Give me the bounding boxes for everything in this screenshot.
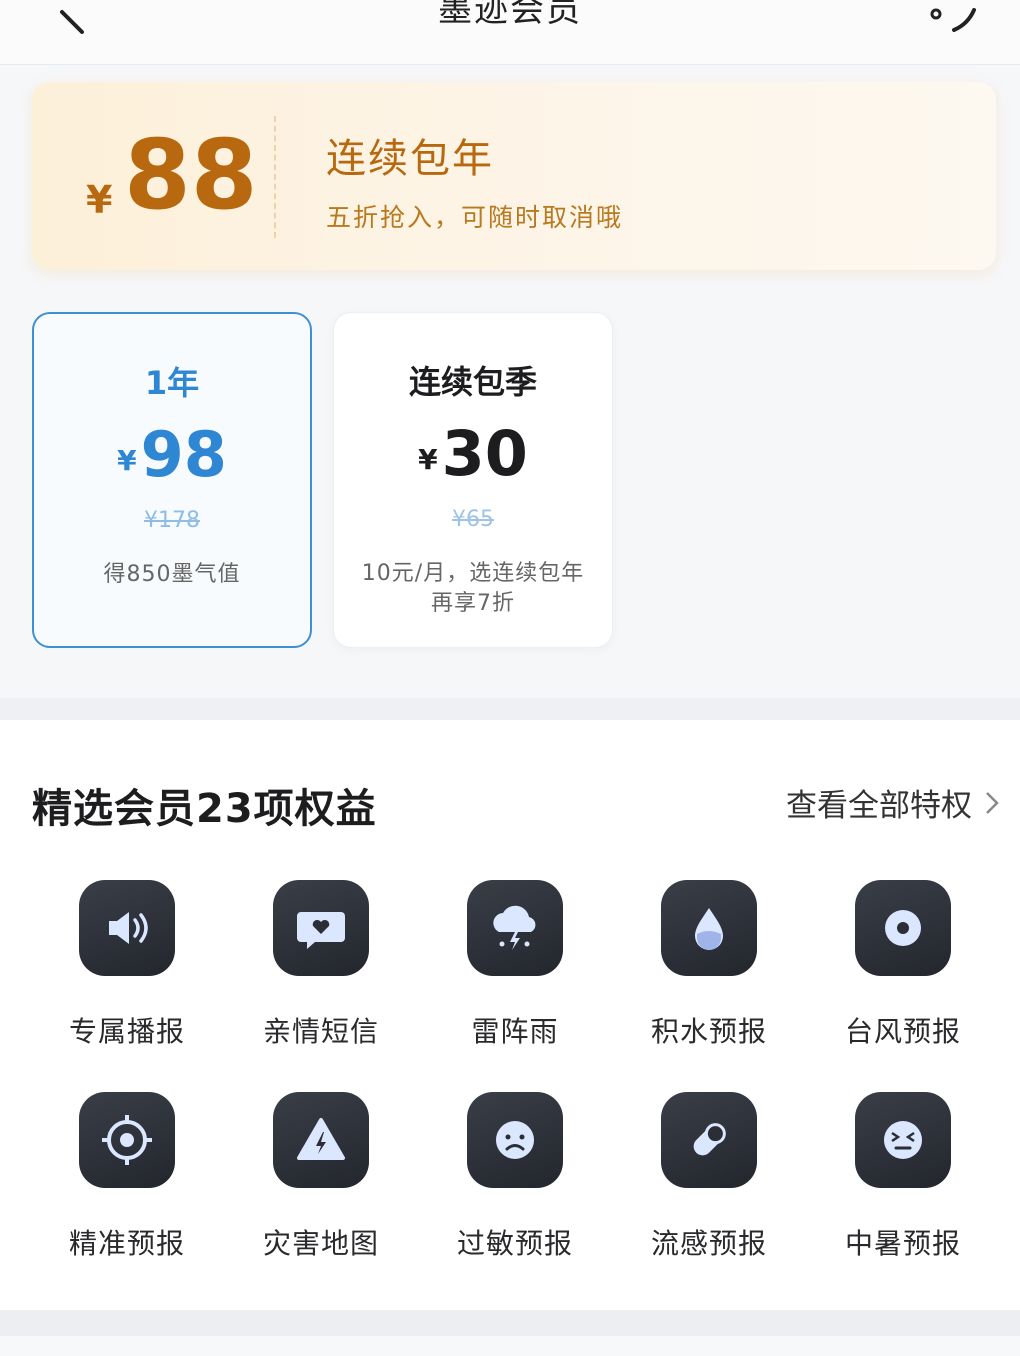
benefit-label: 中暑预报 bbox=[844, 1227, 961, 1260]
benefit-label: 亲情短信 bbox=[262, 1015, 379, 1048]
hero-divider bbox=[274, 116, 276, 238]
plan-currency: ¥ bbox=[418, 443, 438, 476]
benefits-title: 精选会员23项权益 bbox=[32, 786, 377, 832]
chevron-right-icon bbox=[986, 791, 999, 814]
heart-message-icon bbox=[297, 912, 345, 949]
benefits-section: 精选会员23项权益 查看全部特权 专属播报 亲情短信 雷阵雨 积水预报 台风预报… bbox=[0, 720, 1020, 1310]
water-drop-icon bbox=[695, 908, 723, 950]
section-divider bbox=[0, 698, 1020, 720]
page-title: 墨迹会员 bbox=[438, 0, 582, 30]
plan-price: 30 bbox=[441, 417, 528, 490]
view-all-privileges-link[interactable]: 查看全部特权 bbox=[786, 780, 1000, 825]
plan-description: 10元/月，选连续包年再享7折 bbox=[361, 561, 585, 616]
benefit-flu-forecast[interactable]: 流感预报 bbox=[612, 1092, 806, 1262]
plan-name: 1年 bbox=[144, 364, 200, 402]
plan-original-price: ¥178 bbox=[144, 508, 200, 533]
plan-name: 连续包季 bbox=[408, 363, 537, 401]
plan-original-price: ¥65 bbox=[452, 507, 494, 532]
plan-card-quarterly[interactable]: 连续包季 ¥30 ¥65 10元/月，选连续包年再享7折 bbox=[333, 312, 613, 648]
benefit-label: 台风预报 bbox=[844, 1015, 961, 1048]
benefit-label: 过敏预报 bbox=[456, 1227, 573, 1260]
benefit-heatstroke-forecast[interactable]: 中暑预报 bbox=[806, 1092, 1000, 1262]
hero-currency: ¥ bbox=[86, 178, 113, 222]
benefit-exclusive-broadcast[interactable]: 专属播报 bbox=[30, 880, 224, 1050]
sad-face-icon bbox=[496, 1121, 534, 1159]
benefit-label: 灾害地图 bbox=[262, 1227, 379, 1260]
benefit-label: 积水预报 bbox=[650, 1015, 767, 1048]
benefit-allergy-forecast[interactable]: 过敏预报 bbox=[418, 1092, 612, 1262]
hero-subtitle: 五折抢入，可随时取消哦 bbox=[326, 203, 624, 232]
share-icon[interactable] bbox=[924, 0, 984, 40]
benefit-waterlogging[interactable]: 积水预报 bbox=[612, 880, 806, 1050]
speaker-icon bbox=[109, 912, 148, 944]
view-all-label: 查看全部特权 bbox=[786, 788, 972, 824]
target-icon bbox=[102, 1115, 152, 1165]
benefit-label: 流感预报 bbox=[650, 1227, 767, 1260]
plan-card-1year[interactable]: 1年 ¥98 ¥178 得850墨气值 bbox=[32, 312, 312, 648]
plan-description: 得850墨气值 bbox=[103, 562, 241, 587]
pill-icon bbox=[693, 1123, 726, 1156]
benefit-thunderstorm[interactable]: 雷阵雨 bbox=[418, 880, 612, 1050]
thunderstorm-icon bbox=[493, 905, 536, 950]
top-bar: 墨迹会员 bbox=[0, 0, 1020, 65]
plan-currency: ¥ bbox=[117, 444, 137, 477]
annual-offer-card[interactable]: ¥ 88 连续包年 五折抢入，可随时取消哦 bbox=[32, 82, 996, 270]
plan-price-group: ¥98 bbox=[34, 418, 310, 491]
hero-price: 88 bbox=[124, 119, 258, 231]
hero-title: 连续包年 bbox=[326, 136, 494, 182]
plan-price-group: ¥30 bbox=[334, 417, 612, 490]
benefit-label: 雷阵雨 bbox=[471, 1015, 559, 1048]
warning-icon bbox=[297, 1118, 345, 1160]
dizzy-face-icon bbox=[884, 1121, 922, 1159]
benefit-disaster-map[interactable]: 灾害地图 bbox=[224, 1092, 418, 1262]
benefit-label: 精准预报 bbox=[68, 1227, 185, 1260]
benefit-precise-forecast[interactable]: 精准预报 bbox=[30, 1092, 224, 1262]
typhoon-icon bbox=[885, 910, 921, 946]
benefit-label: 专属播报 bbox=[68, 1015, 185, 1048]
benefit-family-sms[interactable]: 亲情短信 bbox=[224, 880, 418, 1050]
benefit-typhoon[interactable]: 台风预报 bbox=[806, 880, 1000, 1050]
plan-price: 98 bbox=[140, 418, 227, 491]
next-section-edge bbox=[0, 1336, 1020, 1356]
